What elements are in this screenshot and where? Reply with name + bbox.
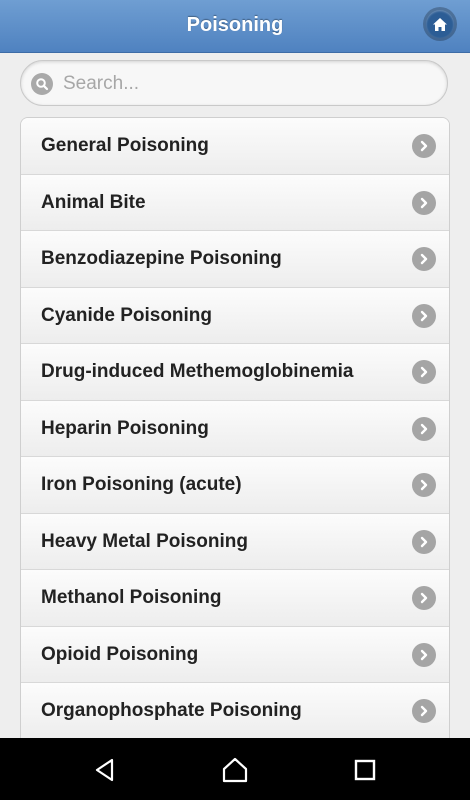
chevron-right-icon xyxy=(412,416,436,441)
chevron-right-icon xyxy=(412,699,436,723)
list-item[interactable]: Heavy Metal Poisoning xyxy=(21,513,449,570)
search-input[interactable] xyxy=(61,67,435,101)
android-nav-bar xyxy=(0,738,470,800)
list-item-label: Benzodiazepine Poisoning xyxy=(41,248,282,269)
chevron-right-icon xyxy=(412,190,436,215)
recents-square-icon xyxy=(354,759,376,781)
list-item-label: Animal Bite xyxy=(41,191,146,213)
header-bar: Poisoning xyxy=(0,0,470,53)
recents-button[interactable] xyxy=(348,753,382,787)
chevron-right-icon xyxy=(412,360,436,384)
home-icon xyxy=(426,10,454,38)
search-bar xyxy=(20,60,448,106)
home-button[interactable] xyxy=(423,7,457,41)
list-item[interactable]: General Poisoning xyxy=(21,118,449,175)
app-root: Poisoning General Poisoning Animal Bite Be… xyxy=(0,0,470,800)
chevron-right-icon xyxy=(412,473,436,497)
list-item[interactable]: Heparin Poisoning xyxy=(21,400,449,457)
list-item[interactable]: Opioid Poisoning xyxy=(21,626,449,683)
list-item[interactable]: Drug-induced Methemoglobinemia xyxy=(21,344,449,401)
list-item-label: Organophosphate Poisoning xyxy=(41,700,302,721)
list-item[interactable]: Animal Bite xyxy=(21,174,449,231)
list-item[interactable]: Cyanide Poisoning xyxy=(21,287,449,344)
chevron-right-icon xyxy=(412,529,436,554)
home-nav-button[interactable] xyxy=(218,753,252,787)
list-item-label: Drug-induced Methemoglobinemia xyxy=(41,361,354,382)
chevron-right-icon xyxy=(412,247,436,271)
chevron-right-icon xyxy=(412,303,436,328)
list-item-label: General Poisoning xyxy=(41,135,209,156)
list-item-label: Cyanide Poisoning xyxy=(41,304,213,326)
list-item[interactable]: Methanol Poisoning xyxy=(21,570,449,627)
home-outline-icon xyxy=(222,757,248,783)
list-item[interactable]: Benzodiazepine Poisoning xyxy=(21,231,449,288)
back-triangle-icon xyxy=(95,758,114,782)
list-item-label: Opioid Poisoning xyxy=(41,643,199,665)
list-item[interactable]: Organophosphate Poisoning xyxy=(21,683,449,740)
chevron-right-icon xyxy=(412,134,436,158)
list-item-label: Heavy Metal Poisoning xyxy=(41,530,248,552)
poisoning-list: General Poisoning Animal Bite Benzodiazepi… xyxy=(20,117,450,757)
list-item-label: Heparin Poisoning xyxy=(41,417,209,439)
list-item[interactable]: Iron Poisoning (acute) xyxy=(21,457,449,514)
chevron-right-icon xyxy=(412,586,436,610)
search-icon xyxy=(31,73,53,95)
page-title: Poisoning xyxy=(186,14,284,36)
chevron-right-icon xyxy=(412,642,436,667)
list-item-label: Methanol Poisoning xyxy=(41,587,222,608)
back-button[interactable] xyxy=(88,753,122,787)
list-item-label: Iron Poisoning (acute) xyxy=(41,474,242,495)
